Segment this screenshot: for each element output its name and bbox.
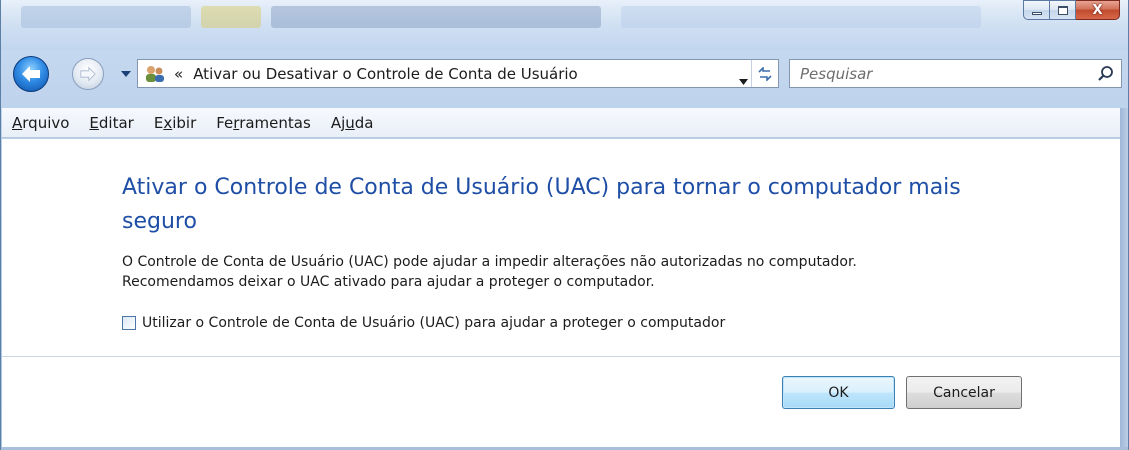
- content-pane: Ativar o Controle de Conta de Usuário (U…: [2, 139, 1120, 450]
- refresh-icon: [758, 66, 772, 81]
- refresh-button[interactable]: [751, 60, 778, 87]
- window-controls: X: [1023, 0, 1120, 20]
- menu-label: E: [153, 113, 164, 132]
- menu-editar[interactable]: Editar: [79, 108, 143, 138]
- address-path[interactable]: Ativar ou Desativar o Controle de Conta …: [193, 65, 578, 83]
- uac-checkbox-label[interactable]: Utilizar o Controle de Conta de Usuário …: [142, 315, 725, 331]
- menu-accelerator: x: [163, 113, 173, 132]
- title-bar: [1, 0, 1128, 50]
- menu-label: ditar: [98, 113, 134, 132]
- menu-ajuda[interactable]: Ajuda: [321, 108, 384, 138]
- menu-arquivo[interactable]: Arquivo: [2, 108, 79, 138]
- menu-bar: Arquivo Editar Exibir Ferramentas Ajuda: [2, 108, 1120, 138]
- page-title: Ativar o Controle de Conta de Usuário (U…: [122, 175, 961, 234]
- menu-accelerator: A: [12, 113, 23, 132]
- menu-exibir[interactable]: Exibir: [144, 108, 206, 138]
- back-arrow-icon: [22, 66, 40, 82]
- menu-accelerator: E: [89, 113, 99, 132]
- ok-button[interactable]: OK: [782, 376, 895, 409]
- address-dropdown-button[interactable]: [739, 70, 748, 89]
- maximize-icon: [1057, 5, 1068, 15]
- forward-arrow-icon: [80, 66, 96, 82]
- close-button[interactable]: X: [1076, 0, 1120, 20]
- cancel-button[interactable]: Cancelar: [906, 376, 1022, 409]
- uac-checkbox[interactable]: [122, 316, 136, 330]
- back-button[interactable]: [13, 56, 49, 92]
- blurred-background: [201, 6, 261, 28]
- address-bar[interactable]: « Ativar ou Desativar o Controle de Cont…: [137, 59, 779, 88]
- menu-label: Fe: [216, 113, 234, 132]
- description-line: O Controle de Conta de Usuário (UAC) pod…: [122, 254, 857, 270]
- window-right-edge: [1120, 108, 1128, 450]
- users-icon: [144, 64, 166, 84]
- uac-checkbox-row[interactable]: Utilizar o Controle de Conta de Usuário …: [122, 315, 725, 331]
- menu-label: da: [354, 113, 374, 132]
- menu-label: rquivo: [22, 113, 70, 132]
- search-input[interactable]: Pesquisar: [800, 65, 872, 83]
- menu-label: ramentas: [239, 113, 311, 132]
- chevron-down-icon: [739, 79, 748, 85]
- blurred-background: [621, 6, 981, 28]
- maximize-button[interactable]: [1050, 0, 1076, 20]
- menu-label: ibir: [172, 113, 197, 132]
- menu-label: Aj: [330, 113, 346, 132]
- menu-accelerator: u: [345, 113, 355, 132]
- recent-pages-button[interactable]: [119, 67, 133, 81]
- app-window: X « Ativar ou Desativar o Controle de Co…: [0, 0, 1129, 450]
- minimize-icon: [1031, 11, 1042, 15]
- search-icon[interactable]: [1097, 65, 1115, 83]
- forward-button[interactable]: [72, 58, 104, 90]
- minimize-button[interactable]: [1023, 0, 1050, 20]
- blurred-background: [21, 6, 191, 28]
- breadcrumb-overflow[interactable]: «: [174, 65, 183, 83]
- description: O Controle de Conta de Usuário (UAC) pod…: [122, 252, 1022, 292]
- description-line: Recomendamos deixar o UAC ativado para a…: [122, 274, 655, 290]
- chevron-down-icon: [121, 71, 131, 77]
- divider: [2, 356, 1120, 357]
- close-icon: X: [1092, 2, 1103, 18]
- blurred-background: [271, 6, 601, 28]
- menu-ferramentas[interactable]: Ferramentas: [206, 108, 321, 138]
- search-box[interactable]: Pesquisar: [789, 59, 1122, 88]
